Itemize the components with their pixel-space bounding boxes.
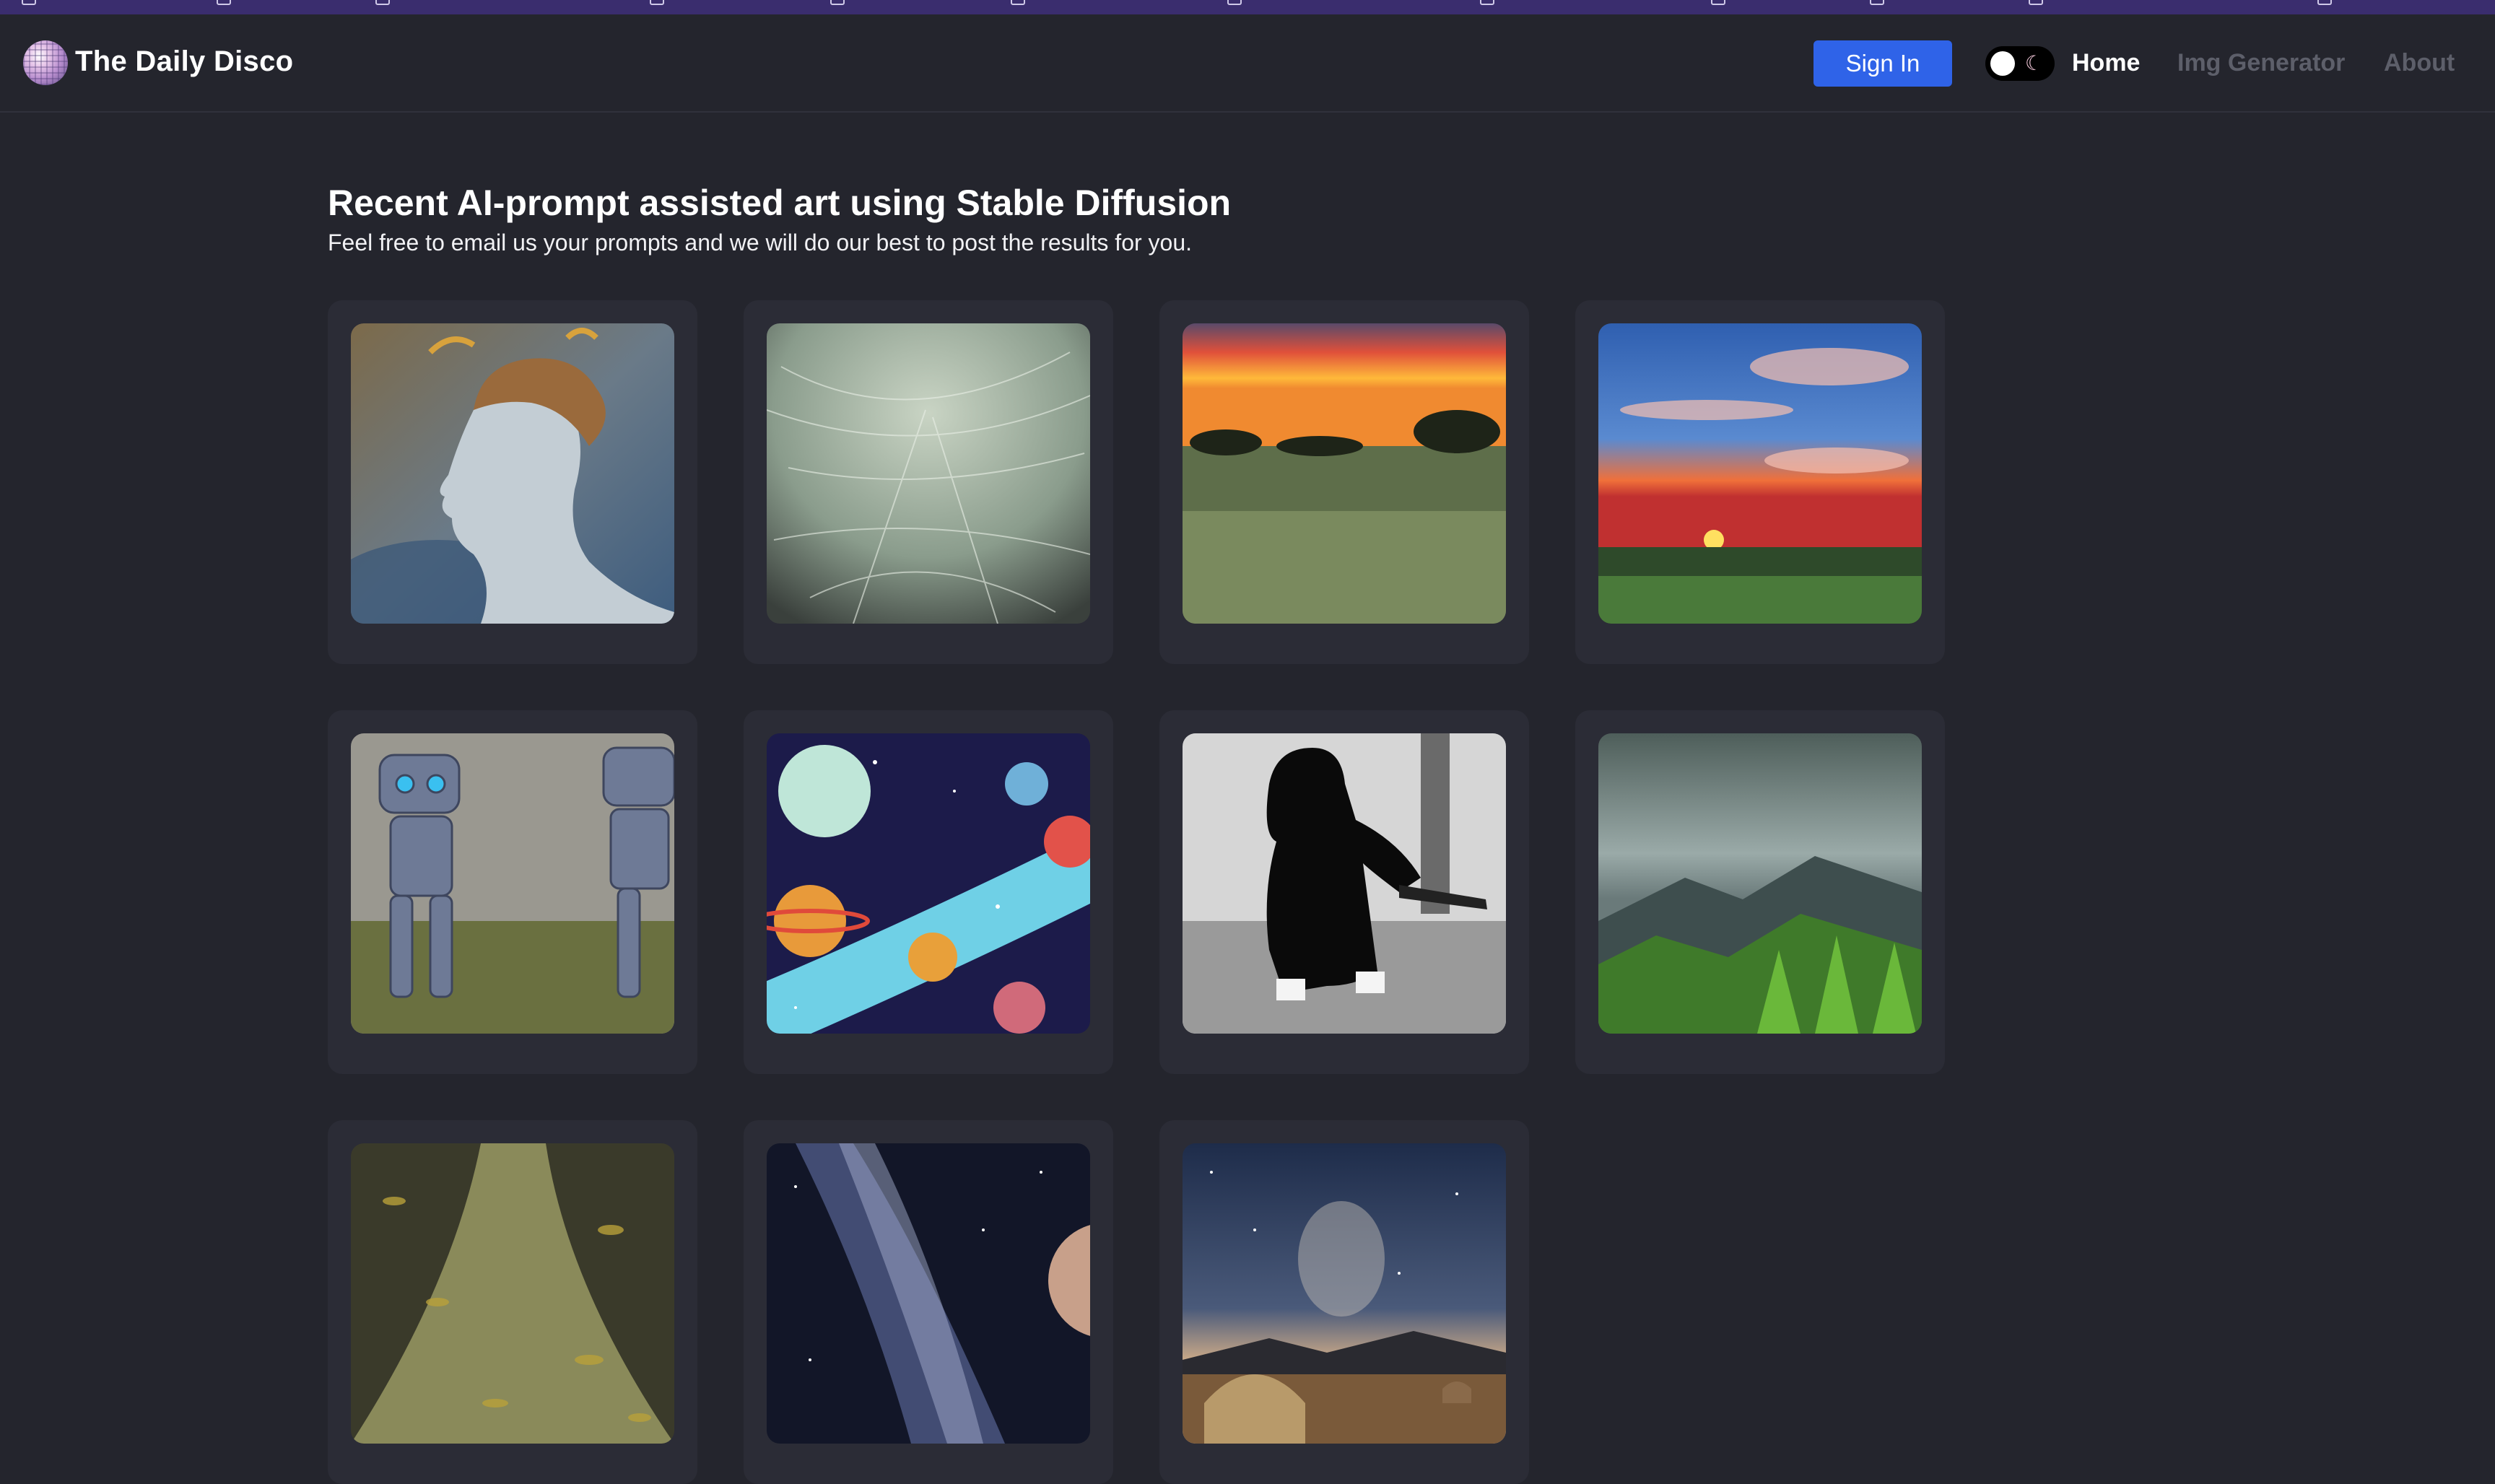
misty-mountain-forest-image[interactable] [1598, 733, 1922, 1034]
browser-bookmarks-bar [0, 0, 2495, 14]
bookmark-folder[interactable] [2317, 0, 2332, 7]
bookmark-folder[interactable] [650, 0, 664, 7]
bookmark-folder[interactable] [217, 0, 231, 7]
page-subtitle: Feel free to email us your prompts and w… [328, 230, 1193, 256]
bookmark-folder[interactable] [375, 0, 390, 7]
robots-image[interactable] [351, 733, 674, 1034]
bookmark-folder[interactable] [1227, 0, 1242, 7]
folder-icon [217, 0, 231, 5]
nav-link-home[interactable]: Home [2072, 49, 2140, 77]
bookmark-folder[interactable] [22, 0, 36, 7]
folder-icon [22, 0, 36, 5]
night-sky-dome-image[interactable] [1183, 1143, 1506, 1444]
gallery-card[interactable] [328, 710, 697, 1074]
gallery-card[interactable] [744, 300, 1113, 664]
folder-icon [1011, 0, 1025, 5]
top-navbar: The Daily Disco Sign In ☾ Home Img Gener… [0, 14, 2495, 113]
disco-ball-icon[interactable] [23, 40, 68, 85]
textured-abstract-image[interactable] [767, 323, 1090, 624]
folder-icon [1711, 0, 1725, 5]
theme-toggle[interactable]: ☾ [1985, 46, 2055, 81]
sign-in-button[interactable]: Sign In [1813, 40, 1952, 87]
gallery-card[interactable] [1159, 710, 1529, 1074]
moon-icon: ☾ [2024, 52, 2043, 74]
gallery-card[interactable] [744, 1120, 1113, 1484]
darth-vader-baseball-image[interactable] [1183, 733, 1506, 1034]
folder-icon [2317, 0, 2332, 5]
folder-icon [830, 0, 845, 5]
nav-link-about[interactable]: About [2384, 49, 2455, 77]
space-planets-image[interactable] [767, 733, 1090, 1034]
folder-icon [1870, 0, 1884, 5]
milky-way-planet-image[interactable] [767, 1143, 1090, 1444]
leaf-stream-image[interactable] [351, 1143, 674, 1444]
folder-icon [1227, 0, 1242, 5]
watercolor-portrait-image[interactable] [351, 323, 674, 624]
gallery-card[interactable] [1159, 300, 1529, 664]
page-title: Recent AI-prompt assisted art using Stab… [328, 183, 1232, 223]
folder-icon [650, 0, 664, 5]
bookmark-folder[interactable] [1870, 0, 1884, 7]
gallery-card[interactable] [1159, 1120, 1529, 1484]
bookmark-folder[interactable] [1711, 0, 1725, 7]
bookmark-folder[interactable] [1011, 0, 1025, 7]
site-title[interactable]: The Daily Disco [75, 45, 293, 78]
folder-icon [375, 0, 390, 5]
bookmark-folder[interactable] [2029, 0, 2043, 7]
sun-icon [1990, 51, 2015, 76]
gallery-card[interactable] [1575, 710, 1945, 1074]
bookmark-folder[interactable] [1480, 0, 1494, 7]
folder-icon [2029, 0, 2043, 5]
nav-link-img-generator[interactable]: Img Generator [2177, 49, 2345, 77]
savanna-sunset-image[interactable] [1183, 323, 1506, 624]
folder-icon [1480, 0, 1494, 5]
gallery-card[interactable] [1575, 300, 1945, 664]
dramatic-sky-sunset-image[interactable] [1598, 323, 1922, 624]
gallery-card[interactable] [744, 710, 1113, 1074]
gallery-card[interactable] [328, 1120, 697, 1484]
bookmark-folder[interactable] [830, 0, 845, 7]
gallery-card[interactable] [328, 300, 697, 664]
